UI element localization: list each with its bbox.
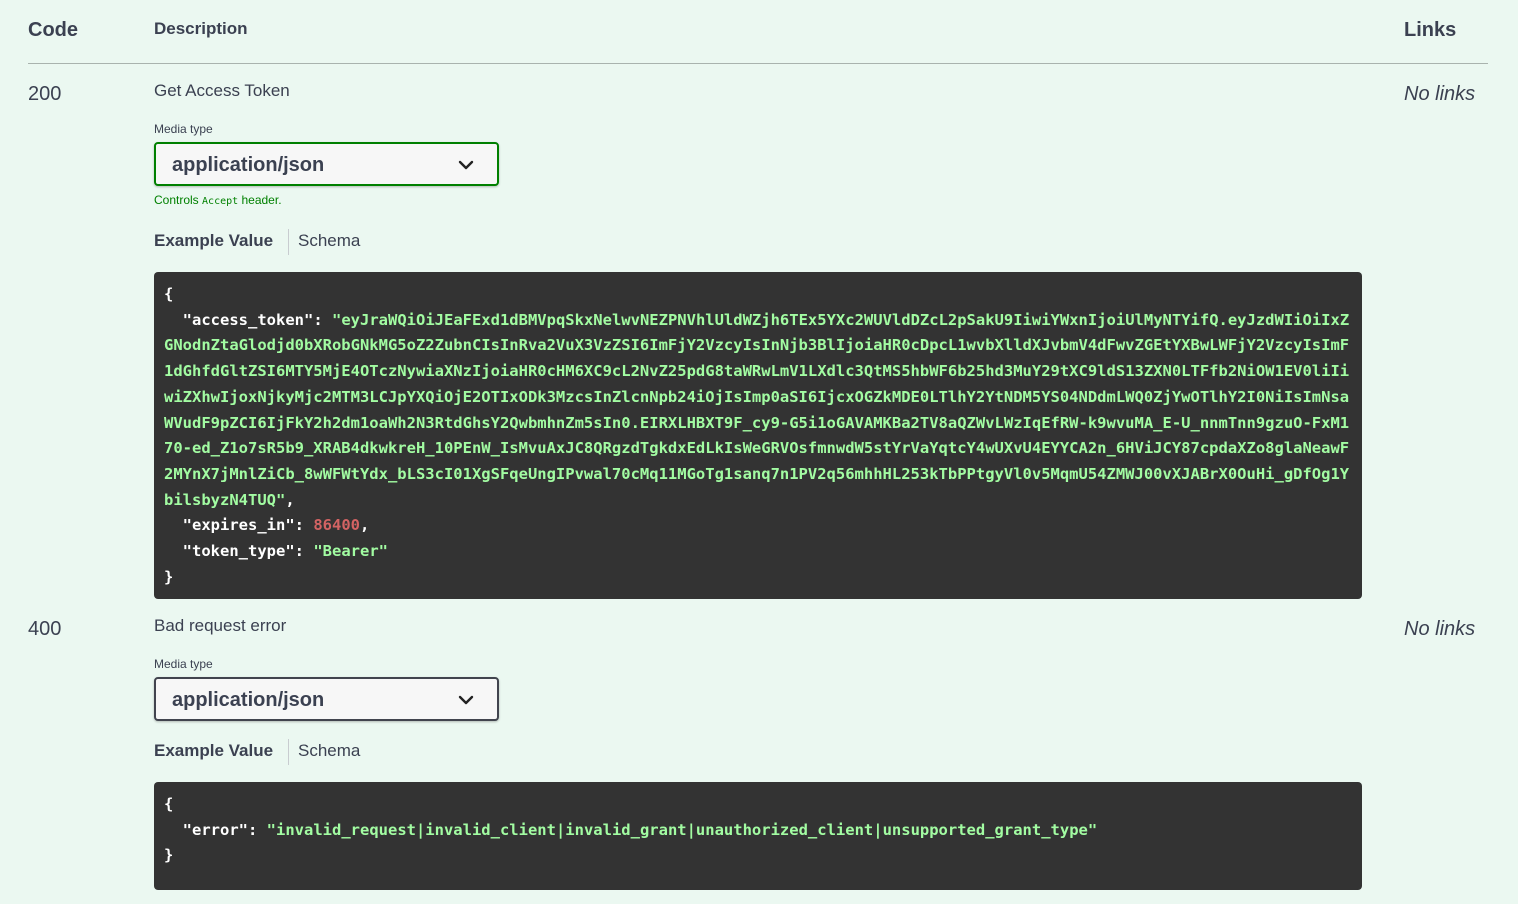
example-value-code-block[interactable]: { "error": "invalid_request|invalid_clie…	[154, 782, 1362, 890]
json-value-token-type: "Bearer"	[313, 542, 388, 561]
media-type-select[interactable]: application/json	[154, 677, 499, 721]
chevron-down-icon	[458, 695, 474, 705]
json-value-access-token: "eyJraWQiOiJEaFExd1dBMVpqSkxNelwvNEZPNVh…	[164, 310, 1350, 509]
controls-accept-note: Controls Accept header.	[154, 193, 282, 207]
json-key-access-token: "access_token"	[182, 310, 314, 329]
header-description: Description	[154, 19, 248, 38]
tab-example-value[interactable]: Example Value	[154, 231, 273, 251]
response-links: No links	[1404, 83, 1476, 105]
tab-example-value[interactable]: Example Value	[154, 741, 273, 761]
response-links: No links	[1404, 618, 1476, 640]
response-description: Get Access Token	[154, 81, 290, 100]
header-divider	[28, 63, 1488, 64]
accept-header-code: Accept	[202, 196, 239, 207]
json-value-expires-in: 86400	[313, 516, 360, 535]
chevron-down-icon	[458, 160, 474, 170]
json-key-expires-in: "expires_in"	[182, 516, 295, 535]
tab-schema[interactable]: Schema	[298, 741, 360, 761]
json-key-token-type: "token_type"	[182, 542, 295, 561]
json-key-error: "error"	[182, 820, 248, 839]
response-code: 200	[28, 83, 62, 105]
response-description: Bad request error	[154, 616, 287, 635]
json-value-error: "invalid_request|invalid_client|invalid_…	[266, 820, 1098, 839]
tab-divider	[288, 229, 289, 255]
media-type-label: Media type	[154, 122, 213, 136]
header-code: Code	[28, 19, 78, 41]
tab-divider	[288, 739, 289, 765]
responses-table-header: Code Description Links	[0, 0, 1518, 64]
media-type-select[interactable]: application/json	[154, 142, 499, 186]
header-links: Links	[1404, 19, 1457, 41]
media-type-label: Media type	[154, 657, 213, 671]
response-code: 400	[28, 618, 62, 640]
example-value-code-block[interactable]: { "access_token": "eyJraWQiOiJEaFExd1dBM…	[154, 272, 1362, 599]
tab-schema[interactable]: Schema	[298, 231, 360, 251]
media-type-value: application/json	[172, 689, 325, 711]
media-type-value: application/json	[172, 154, 325, 176]
